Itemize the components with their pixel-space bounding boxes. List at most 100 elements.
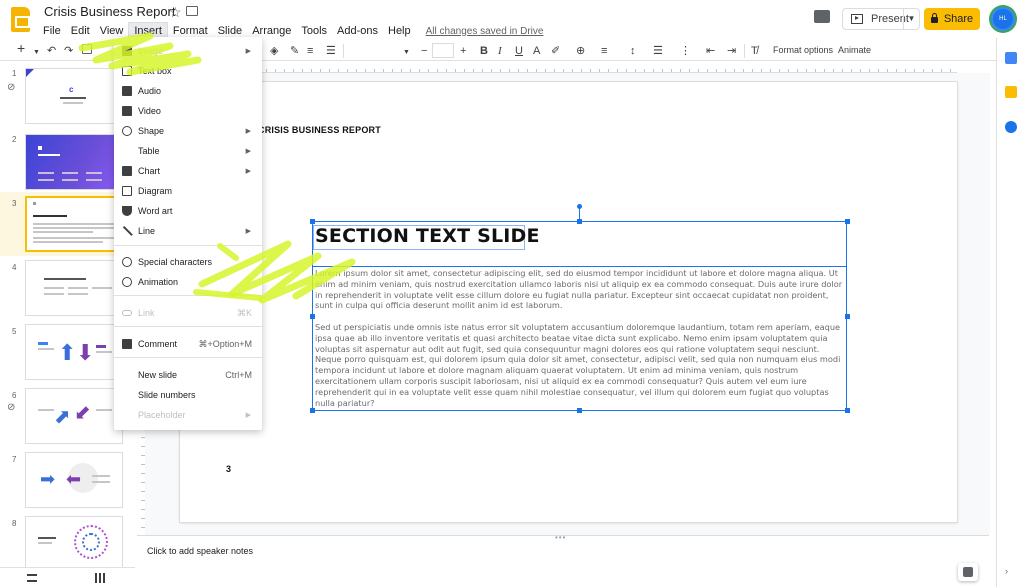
border-weight-icon[interactable]: ≡ [307, 44, 313, 58]
fill-color-icon[interactable]: ◈ [270, 44, 278, 58]
increase-indent-icon[interactable]: ⇥ [727, 44, 736, 58]
slide-title[interactable]: SECTION TEXT SLIDE [315, 225, 540, 247]
tasks-icon[interactable] [1005, 121, 1017, 133]
speaker-notes-placeholder[interactable]: Click to add speaker notes [147, 546, 253, 556]
slide-thumbnail[interactable] [25, 134, 123, 190]
increase-font-button[interactable]: + [460, 44, 466, 58]
speaker-notes[interactable]: ••• Click to add speaker notes [137, 533, 989, 567]
menu-item-chart[interactable]: Chart ▶ [114, 162, 262, 180]
slide-thumbnail[interactable]: ⬈ ⬋ [25, 388, 123, 444]
checklist-icon[interactable]: ☰ [653, 44, 663, 58]
resize-handle[interactable] [845, 408, 850, 413]
border-color-icon[interactable]: ✎ [290, 44, 299, 58]
slide-header-text[interactable]: CRISIS BUSINESS REPORT [258, 125, 381, 135]
menu-tools[interactable]: Tools [296, 23, 332, 39]
underline-button[interactable]: U [515, 44, 523, 58]
slide-thumbnail[interactable]: c [25, 68, 123, 124]
menu-item-table[interactable]: Table ▶ [114, 142, 262, 160]
resize-handle[interactable] [845, 219, 850, 224]
filmstrip-item[interactable]: 1 ⊘ c [0, 62, 123, 128]
menu-help[interactable]: Help [383, 23, 416, 39]
insert-link-icon[interactable]: ⊕ [576, 44, 585, 58]
font-size-input[interactable] [432, 43, 454, 58]
filmstrip-item[interactable]: 4 [0, 256, 123, 320]
menu-item-shape[interactable]: Shape ▶ [114, 122, 262, 140]
print-icon[interactable] [82, 44, 92, 54]
filmstrip-item[interactable]: 7 ➡ ⬅ [0, 448, 123, 512]
menu-item-diagram[interactable]: Diagram [114, 182, 262, 200]
undo-icon[interactable]: ↶ [47, 44, 56, 58]
share-button[interactable]: Share [924, 8, 980, 30]
align-icon[interactable]: ≡ [601, 44, 607, 58]
resize-handle[interactable] [577, 408, 582, 413]
menu-addons[interactable]: Add-ons [332, 23, 383, 39]
comment-history-icon[interactable] [814, 10, 830, 23]
highlight-color-icon[interactable]: ✐ [551, 44, 560, 58]
animate-button[interactable]: Animate [838, 45, 871, 55]
new-slide-button[interactable]: + [17, 41, 25, 55]
menu-item-image[interactable]: Image ▶ [114, 42, 262, 60]
menu-item-audio[interactable]: Audio [114, 82, 262, 100]
menu-item-video[interactable]: Video [114, 102, 262, 120]
resize-handle[interactable] [577, 219, 582, 224]
horizontal-ruler[interactable] [257, 63, 957, 73]
keep-icon[interactable] [1005, 86, 1017, 98]
decrease-font-button[interactable]: − [421, 44, 427, 58]
grid-view-icon[interactable] [95, 573, 105, 583]
slide-thumbnail[interactable] [25, 516, 123, 568]
menu-item-link[interactable]: Link ⌘K [114, 304, 262, 322]
resize-handle[interactable] [845, 314, 850, 319]
slides-logo-icon[interactable] [11, 7, 30, 32]
slide-page-number[interactable]: 3 [226, 464, 231, 474]
border-dash-icon[interactable]: ☰ [326, 44, 336, 58]
body-paragraph[interactable]: Sed ut perspiciatis unde omnis iste natu… [315, 322, 845, 408]
present-dropdown-caret[interactable]: ▼ [903, 9, 919, 29]
menu-edit[interactable]: Edit [66, 23, 95, 39]
menu-item-slide-numbers[interactable]: Slide numbers [114, 386, 262, 404]
redo-icon[interactable]: ↷ [64, 44, 73, 58]
avatar[interactable]: HL [991, 7, 1015, 31]
format-options-button[interactable]: Format options [773, 45, 833, 55]
filmstrip-item-selected[interactable]: 3 [0, 192, 123, 256]
menu-item-word-art[interactable]: Word art [114, 202, 262, 220]
notes-resize-grip[interactable]: ••• [555, 533, 566, 542]
menu-item-placeholder[interactable]: Placeholder ▶ [114, 406, 262, 424]
resize-handle[interactable] [310, 314, 315, 319]
document-title[interactable]: Crisis Business Report [44, 4, 176, 19]
menu-item-animation[interactable]: Animation [114, 273, 262, 291]
filmstrip-item[interactable]: 6 ⊘ ⬈ ⬋ [0, 384, 123, 448]
menu-file[interactable]: File [38, 23, 66, 39]
rotation-handle[interactable] [577, 204, 582, 209]
decrease-indent-icon[interactable]: ⇤ [706, 44, 715, 58]
slide-body-text[interactable]: Lorem ipsum dolor sit amet, consectetur … [315, 268, 845, 419]
save-status-link[interactable]: All changes saved in Drive [426, 26, 544, 37]
body-paragraph[interactable]: Lorem ipsum dolor sit amet, consectetur … [315, 268, 845, 311]
filmstrip-item[interactable]: 8 [0, 512, 123, 568]
slide-thumbnail[interactable]: ➡ ⬅ [25, 452, 123, 508]
slide-thumbnail[interactable] [25, 196, 123, 252]
explore-button[interactable] [958, 563, 978, 581]
menu-item-text-box[interactable]: Text box [114, 62, 262, 80]
font-dropdown-caret-icon[interactable]: ▼ [403, 46, 410, 60]
line-spacing-icon[interactable]: ↕ [630, 44, 636, 58]
collapse-side-panel-icon[interactable]: › [1005, 566, 1008, 576]
star-icon[interactable]: ☆ [169, 4, 182, 21]
menu-item-comment[interactable]: Comment ⌘+Option+M [114, 335, 262, 353]
slide-thumbnail[interactable]: ⬆ ⬇ [25, 324, 123, 380]
italic-button[interactable]: I [498, 44, 502, 58]
resize-handle[interactable] [310, 408, 315, 413]
menu-item-special-characters[interactable]: Special characters [114, 253, 262, 271]
text-color-icon[interactable]: A [533, 44, 540, 58]
menu-item-line[interactable]: Line ▶ [114, 222, 262, 240]
menu-item-new-slide[interactable]: New slide Ctrl+M [114, 366, 262, 384]
bold-button[interactable]: B [480, 44, 488, 58]
filmstrip-item[interactable]: 2 [0, 128, 123, 192]
calendar-icon[interactable] [1005, 52, 1017, 64]
slide-thumbnail[interactable] [25, 260, 123, 316]
filmstrip-view-icon[interactable] [27, 574, 37, 582]
new-slide-caret-icon[interactable]: ▼ [33, 46, 40, 60]
numbered-list-icon[interactable]: ⋮ [680, 44, 691, 58]
filmstrip-item[interactable]: 5 ⬆ ⬇ [0, 320, 123, 384]
move-to-folder-icon[interactable] [186, 6, 198, 16]
resize-handle[interactable] [310, 219, 315, 224]
